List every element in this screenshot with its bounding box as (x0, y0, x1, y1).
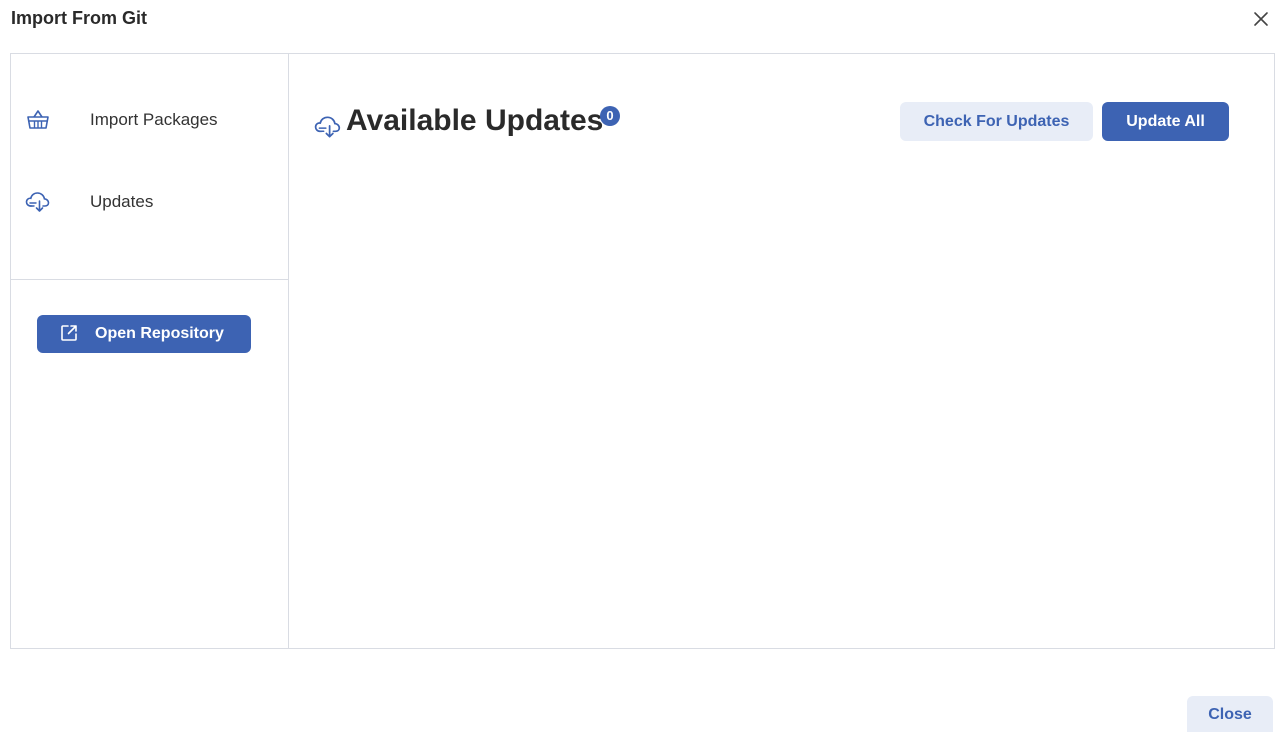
open-repository-label: Open Repository (95, 325, 224, 342)
close-button[interactable]: Close (1187, 696, 1273, 732)
cloud-download-icon (314, 113, 342, 141)
dialog-header: Import From Git (0, 0, 1278, 40)
page-title: Available Updates (346, 104, 604, 137)
update-all-label: Update All (1126, 113, 1205, 130)
count-badge: 0 (600, 106, 620, 126)
close-icon[interactable] (1250, 8, 1272, 30)
sidebar-item-label: Updates (90, 192, 154, 211)
sidebar-item-updates[interactable]: Updates (11, 180, 288, 224)
check-for-updates-label: Check For Updates (923, 113, 1070, 130)
dialog-body: Import Packages Updates Open Repository (10, 53, 1275, 649)
close-button-label: Close (1208, 706, 1252, 723)
sidebar-divider (11, 279, 288, 280)
sidebar: Import Packages Updates Open Repository (11, 54, 289, 648)
update-all-button[interactable]: Update All (1102, 102, 1229, 141)
external-link-icon (59, 323, 79, 343)
basket-icon (25, 108, 51, 132)
check-for-updates-button[interactable]: Check For Updates (900, 102, 1093, 141)
dialog-title: Import From Git (11, 8, 147, 28)
sidebar-item-label: Import Packages (90, 110, 218, 129)
sidebar-item-import-packages[interactable]: Import Packages (11, 98, 288, 142)
cloud-download-icon (25, 190, 51, 214)
open-repository-button[interactable]: Open Repository (37, 315, 251, 353)
main-content: Available Updates 0 Check For Updates Up… (290, 54, 1274, 648)
